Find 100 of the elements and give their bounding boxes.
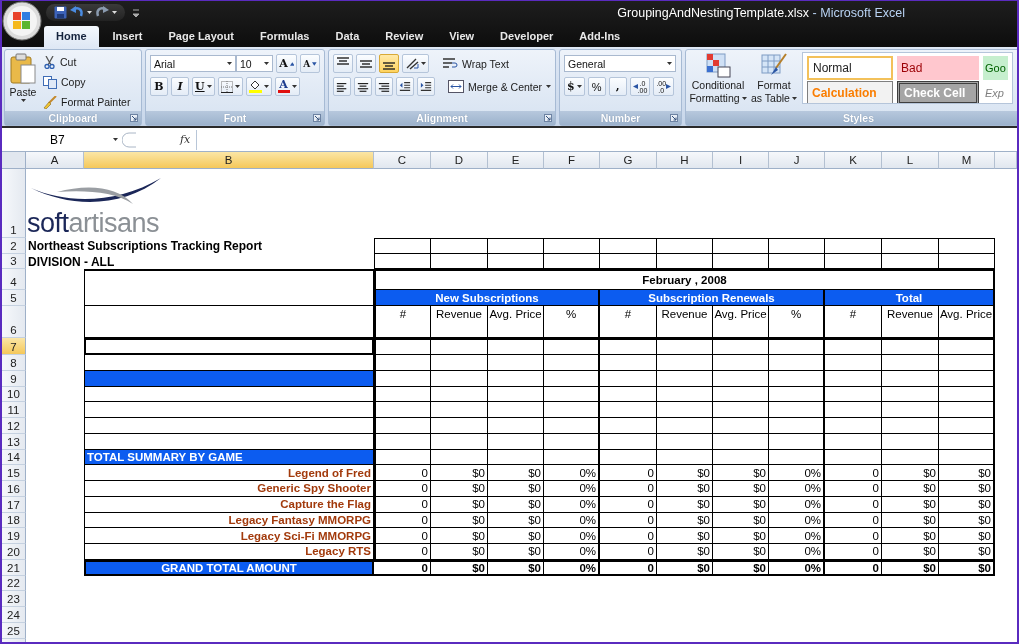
row-header[interactable]: 16 <box>2 481 26 497</box>
row-header[interactable]: 3 <box>2 254 26 269</box>
dialog-launcher-icon[interactable] <box>670 114 678 122</box>
fill-color-button[interactable] <box>245 77 272 96</box>
cell-style-option[interactable]: Bad <box>897 56 979 80</box>
ribbon-tab[interactable]: Insert <box>100 26 155 47</box>
selected-cell[interactable] <box>84 338 374 355</box>
bold-button[interactable]: B <box>150 77 168 96</box>
borders-button[interactable] <box>217 77 243 96</box>
font-color-button[interactable]: A <box>274 77 300 96</box>
row-header[interactable]: 8 <box>2 355 26 371</box>
row-header[interactable]: 24 <box>2 607 26 623</box>
font-name-field[interactable]: Arial <box>150 55 236 72</box>
table-cell[interactable] <box>84 418 374 434</box>
ribbon-tab[interactable]: Review <box>373 26 436 47</box>
format-painter-button[interactable]: Format Painter <box>41 93 133 111</box>
conditional-formatting-button[interactable]: Conditional Formatting <box>690 52 746 111</box>
percent-button[interactable]: % <box>587 77 606 96</box>
table-cell[interactable] <box>84 402 374 418</box>
column-header[interactable]: J <box>769 152 825 169</box>
column-header[interactable]: I <box>713 152 769 169</box>
brush-icon <box>43 95 57 109</box>
number-format-field[interactable]: General <box>564 55 676 72</box>
save-icon[interactable] <box>54 6 67 19</box>
format-as-table-button[interactable]: Format as Table <box>748 52 800 111</box>
table-cell[interactable] <box>84 386 374 403</box>
table-cell[interactable] <box>84 433 374 450</box>
copy-button[interactable]: Copy <box>41 73 133 91</box>
vertical-align-button[interactable] <box>333 54 353 73</box>
table-cell: 0 <box>600 496 657 513</box>
row-header[interactable]: 12 <box>2 418 26 434</box>
ribbon-tab[interactable]: Page Layout <box>156 26 246 47</box>
horizontal-align-button[interactable] <box>333 77 351 96</box>
down-triangle-icon <box>312 61 317 66</box>
table-cell <box>544 355 600 371</box>
dialog-launcher-icon[interactable] <box>544 114 552 122</box>
column-header[interactable]: F <box>544 152 600 169</box>
ribbon-tab[interactable]: Developer <box>488 26 566 47</box>
column-header[interactable]: G <box>600 152 657 169</box>
currency-button[interactable]: $ <box>564 77 585 96</box>
undo-icon[interactable] <box>70 6 84 19</box>
column-header[interactable]: C <box>374 152 431 169</box>
column-header[interactable]: M <box>939 152 995 169</box>
decrease-indent-button[interactable] <box>396 77 414 96</box>
cell-style-option[interactable]: Goo <box>983 56 1008 80</box>
ribbon-tab[interactable]: Add-Ins <box>567 26 633 47</box>
row-header[interactable]: 5 <box>2 290 26 306</box>
table-cell: 0% <box>544 544 600 560</box>
row-header[interactable]: 23 <box>2 591 26 607</box>
cell-style-option[interactable]: Exp <box>983 81 1008 103</box>
table-cell <box>600 449 657 466</box>
column-header[interactable]: K <box>825 152 882 169</box>
vertical-align-button[interactable] <box>356 54 376 73</box>
comma-button[interactable]: , <box>608 77 627 96</box>
insert-function-button[interactable]: fx <box>180 133 191 146</box>
row-header[interactable]: 20 <box>2 544 26 560</box>
horizontal-align-button[interactable] <box>375 77 393 96</box>
ribbon-tab[interactable]: Home <box>44 26 99 47</box>
table-cell <box>882 370 939 387</box>
caret-icon <box>206 85 212 88</box>
table-cell[interactable] <box>84 355 374 371</box>
row-header[interactable]: 11 <box>2 402 26 418</box>
office-button[interactable] <box>2 1 42 41</box>
column-header[interactable]: E <box>488 152 544 169</box>
merge-center-button[interactable]: Merge & Center <box>446 77 554 96</box>
row-header[interactable]: 2 <box>2 238 26 254</box>
row-header[interactable]: 4 <box>2 269 26 290</box>
name-box[interactable]: B7 <box>2 129 122 150</box>
column-header[interactable]: L <box>882 152 939 169</box>
orientation-button[interactable] <box>402 54 429 73</box>
column-header[interactable]: A <box>26 152 84 169</box>
customize-toolbar-icon[interactable] <box>133 8 139 17</box>
table-cell: $0 <box>657 544 713 560</box>
ribbon-tab[interactable]: Data <box>323 26 372 47</box>
column-header[interactable]: H <box>657 152 713 169</box>
cell-style-option[interactable]: Normal <box>807 56 893 80</box>
dialog-launcher-icon[interactable] <box>313 114 321 122</box>
horizontal-align-button[interactable] <box>354 77 372 96</box>
row-header[interactable]: 1 <box>2 169 26 238</box>
wrap-text-button[interactable]: Wrap Text <box>440 54 511 73</box>
redo-icon[interactable] <box>95 6 109 19</box>
vertical-align-button[interactable] <box>379 54 399 73</box>
column-header[interactable]: D <box>431 152 488 169</box>
row-header[interactable]: 19 <box>2 528 26 544</box>
row-header[interactable]: 7 <box>2 338 26 355</box>
row-header[interactable]: 15 <box>2 465 26 481</box>
grow-font-button[interactable]: A <box>276 54 298 73</box>
italic-button[interactable]: I <box>171 77 189 96</box>
cut-button[interactable]: Cut <box>41 53 133 71</box>
shrink-font-button[interactable]: A <box>300 54 320 73</box>
caret-icon <box>291 85 297 88</box>
ribbon-tab[interactable]: Formulas <box>247 26 322 47</box>
row-header[interactable]: 6 <box>2 306 26 338</box>
dialog-launcher-icon[interactable] <box>130 114 138 122</box>
ribbon-tab[interactable]: View <box>437 26 487 47</box>
paste-button[interactable]: Paste <box>9 53 37 111</box>
column-header[interactable]: B <box>84 152 374 169</box>
font-size-field[interactable]: 10 <box>235 55 274 72</box>
increase-indent-button[interactable] <box>417 77 435 96</box>
underline-button[interactable]: U <box>192 77 215 96</box>
